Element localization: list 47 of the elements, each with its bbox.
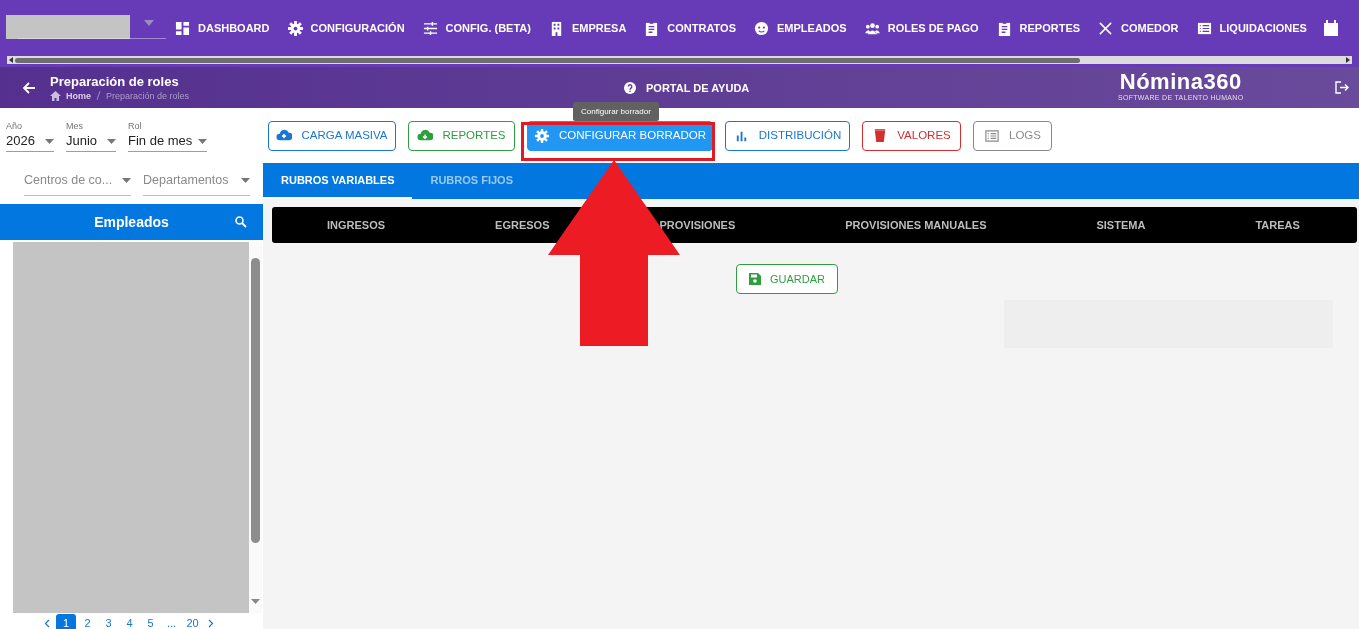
breadcrumb-item[interactable]: Home <box>66 89 91 102</box>
page-link[interactable]: 4 <box>120 614 139 629</box>
page-title: Preparación de roles <box>50 73 180 90</box>
nav-item[interactable]: COMEDOR <box>1089 8 1188 48</box>
field-label: Mes <box>66 121 84 132</box>
select-field[interactable]: Centros de co... <box>24 166 131 196</box>
field-label: Año <box>6 121 23 132</box>
page-link[interactable]: 3 <box>99 614 118 629</box>
action-button[interactable]: VALORES <box>862 120 961 151</box>
panel-title: Empleados <box>94 212 169 232</box>
subtab[interactable]: PROVISIONES <box>659 216 736 234</box>
save-button[interactable]: GUARDAR <box>736 264 838 294</box>
select-field[interactable]: Departamentos <box>143 166 250 196</box>
nav-item[interactable]: EMPLEADOS <box>745 8 856 48</box>
nav-item[interactable]: ROLES DE PAGO <box>855 8 988 48</box>
page-link[interactable]: 5 <box>141 614 160 629</box>
subtab[interactable]: SISTEMA <box>1096 216 1146 234</box>
field-value: Junio <box>66 132 98 150</box>
help-link[interactable]: PORTAL DE AYUDA <box>646 80 750 97</box>
page-link[interactable]: 2 <box>78 614 97 629</box>
breadcrumb-item: Preparación de roles <box>106 89 190 102</box>
action-button[interactable]: DISTRIBUCIÓN <box>725 120 850 151</box>
subtab[interactable]: EGRESOS <box>495 216 550 234</box>
page-link[interactable]: ... <box>162 614 181 629</box>
field-value: Fin de mes <box>128 132 193 150</box>
logo: Nómina360 <box>1119 70 1242 94</box>
page-link[interactable]: 1 <box>56 614 76 629</box>
subtab[interactable]: PROVISIONES MANUALES <box>845 216 987 234</box>
field-label: Rol <box>128 121 143 132</box>
tooltip: Configurar borrador <box>573 102 659 121</box>
action-button[interactable]: LOGS <box>973 120 1052 151</box>
nav-item[interactable]: LIQUIDACIONES <box>1187 8 1316 48</box>
select-field[interactable]: Año 2026 <box>6 121 54 152</box>
subtab[interactable]: TAREAS <box>1255 216 1300 234</box>
select-field[interactable]: Rol Fin de mes <box>128 121 207 152</box>
subtab[interactable]: INGRESOS <box>327 216 386 234</box>
select-field[interactable]: Mes Junio <box>66 121 116 152</box>
nav-item[interactable]: CONFIG. (BETA) <box>413 8 540 48</box>
nav-item[interactable]: CONTRATOS <box>635 8 745 48</box>
page-link[interactable]: 20 <box>183 614 202 629</box>
nav-item[interactable]: DASHBOARD <box>166 8 279 48</box>
nav-item[interactable]: REPORTES <box>987 8 1090 48</box>
nav-item[interactable]: CONFIGURACIÓN <box>278 8 414 48</box>
action-button[interactable]: CARGA MASIVA <box>268 120 396 151</box>
nav-item[interactable]: EMPRESA <box>539 8 636 48</box>
field-value: 2026 <box>6 132 35 150</box>
action-button[interactable]: REPORTES <box>408 120 515 151</box>
